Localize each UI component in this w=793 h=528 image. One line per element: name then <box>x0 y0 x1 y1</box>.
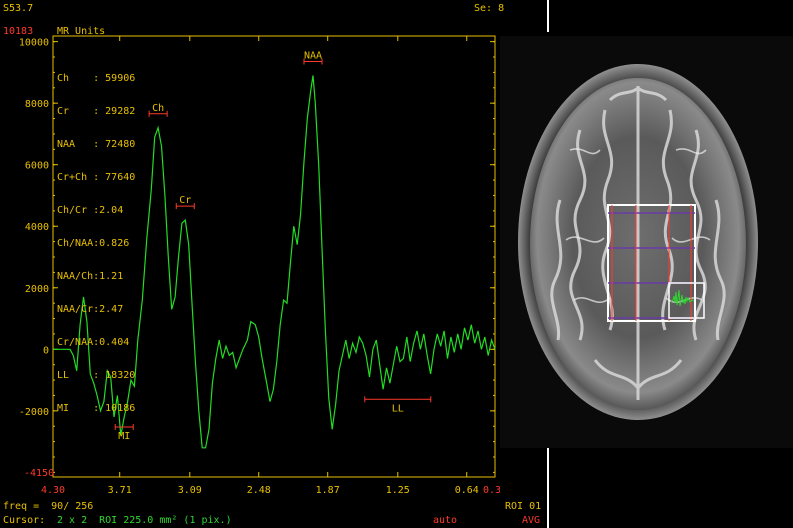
scale-mode[interactable]: auto <box>433 515 457 526</box>
x-tick-label: 1.87 <box>316 485 340 496</box>
y-axis-title: MR Units <box>57 26 105 37</box>
y-tick-label: 2000 <box>25 284 49 295</box>
metric-ch-naa: Ch/NAA:0.826 <box>57 238 130 249</box>
series-number: Se: 8 <box>474 3 505 14</box>
x-min-label: 4.30 <box>41 485 65 496</box>
x-tick-label: 3.09 <box>178 485 202 496</box>
metabolite-metrics: Ch : 59906 Cr : 29282 NAA : 72480 Cr+Ch … <box>57 51 135 425</box>
frequency-readout: freq = 90/ 256 <box>3 501 94 512</box>
metric-naa: NAA : 72480 <box>57 139 136 150</box>
average-mode[interactable]: AVG <box>522 515 540 526</box>
cursor-readout: 2 x 2 ROI 225.0 mm² (1 pix.) <box>57 515 232 526</box>
y-tick-label: 10000 <box>19 38 49 49</box>
y-min-label: -4150 <box>24 468 54 479</box>
metric-mi: MI : 10186 <box>57 403 136 414</box>
peak-label-ll: LL <box>392 403 404 414</box>
peak-label-cr: Cr <box>179 195 191 206</box>
y-tick-label: 8000 <box>25 99 49 110</box>
mri-localizer-image[interactable] <box>500 0 793 528</box>
peak-label-mi: MI <box>118 431 130 442</box>
metric-ch: Ch : 59906 <box>57 73 136 84</box>
y-max-label: 10183 <box>3 26 33 37</box>
y-tick-label: 4000 <box>25 222 49 233</box>
metric-ll: LL : 18320 <box>57 370 136 381</box>
peak-label-naa: NAA <box>304 50 322 61</box>
x-tick-label: 3.71 <box>108 485 132 496</box>
metric-cr-ch: Cr+Ch : 77640 <box>57 172 136 183</box>
x-tick-label: 1.25 <box>386 485 410 496</box>
series-label: S53.7 <box>3 3 34 14</box>
x-tick-label: 0.64 <box>455 485 479 496</box>
y-tick-label: -2000 <box>19 407 49 418</box>
metric-ch-cr: Ch/Cr :2.04 <box>57 205 124 216</box>
metric-cr: Cr : 29282 <box>57 106 136 117</box>
y-tick-label: 6000 <box>25 161 49 172</box>
metric-cr-naa: Cr/NAA:0.404 <box>57 337 130 348</box>
metric-naa-cr: NAA/Cr:2.47 <box>57 304 124 315</box>
roi-label: ROI 01 <box>505 501 542 512</box>
peak-label-ch: Ch <box>152 103 164 114</box>
metric-naa-ch: NAA/Ch:1.21 <box>57 271 124 282</box>
y-tick-label: 0 <box>43 345 49 356</box>
cursor-label: Cursor: <box>3 515 46 526</box>
x-tick-label: 2.48 <box>247 485 271 496</box>
